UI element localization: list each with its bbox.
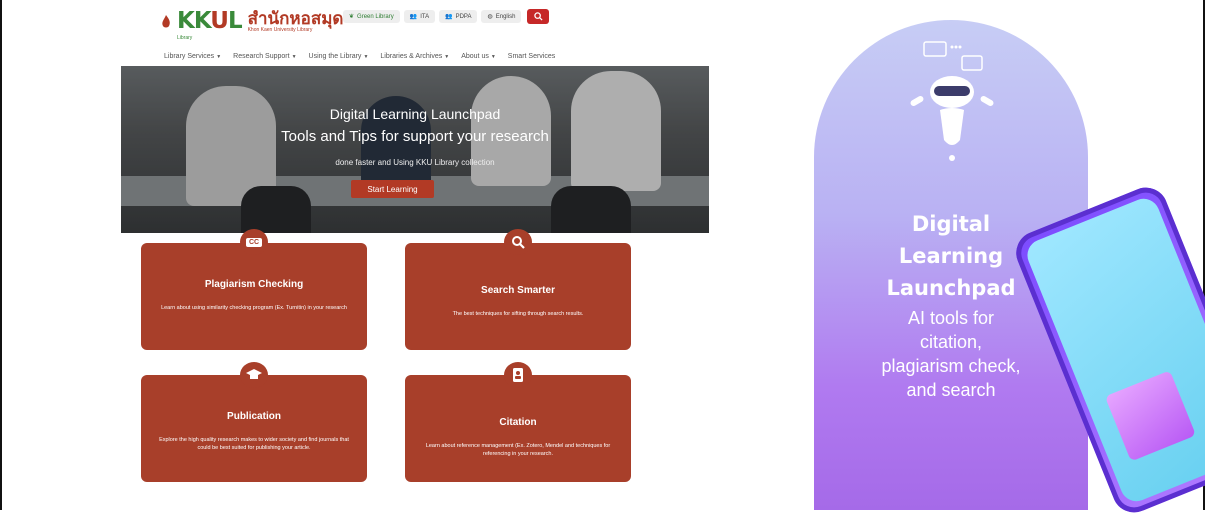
card-description: Learn about reference management (Ex. Zo… xyxy=(425,443,611,458)
card-citation[interactable]: Citation Learn about reference managemen… xyxy=(405,362,631,482)
search-icon xyxy=(534,12,543,21)
logo-subtitle: Library xyxy=(177,35,193,41)
hero-banner: Digital Learning Launchpad Tools and Tip… xyxy=(121,66,709,233)
chevron-down-icon: ▼ xyxy=(216,54,222,60)
nav-about-us[interactable]: About us ▼ xyxy=(461,53,496,60)
graduation-cap-icon xyxy=(240,362,268,388)
logo-english: Khon Kaen University Library xyxy=(247,27,313,33)
kku-library-logo[interactable]: KKUL สำนักหอสมุด Khon Kaen University Li… xyxy=(161,8,344,41)
nav-library-services[interactable]: Library Services ▼ xyxy=(164,53,221,60)
card-description: Learn about using similarity checking pr… xyxy=(161,305,347,311)
card-title: Publication xyxy=(227,411,281,422)
logo-text: สำนักหอสมุด Khon Kaen University Library xyxy=(248,10,344,33)
globe-icon: ◍ xyxy=(487,14,493,20)
flame-icon xyxy=(162,14,170,27)
nav-smart-services[interactable]: Smart Services xyxy=(508,53,555,60)
card-title: Plagiarism Checking xyxy=(204,279,304,290)
card-title: Citation xyxy=(499,417,537,428)
green-library-button[interactable]: ❦ Green Library xyxy=(343,10,400,23)
pdpa-button[interactable]: 👥 PDPA xyxy=(439,10,478,23)
hero-subtitle: Tools and Tips for support your research xyxy=(281,128,549,145)
card-plagiarism-checking[interactable]: CC Plagiarism Checking Learn about using… xyxy=(141,229,367,350)
search-button[interactable] xyxy=(527,9,550,24)
users-icon: 👥 xyxy=(445,14,453,20)
hero-title: Digital Learning Launchpad xyxy=(329,106,501,122)
leaf-icon: ❦ xyxy=(349,14,355,20)
robot-icon xyxy=(910,41,994,161)
card-title: Search Smarter xyxy=(481,285,555,296)
nav-using-the-library[interactable]: Using the Library ▼ xyxy=(309,53,369,60)
language-button[interactable]: ◍ English xyxy=(481,10,522,23)
card-description: The best techniques for sifting through … xyxy=(452,311,584,317)
nav-research-support[interactable]: Research Support ▼ xyxy=(233,53,296,60)
users-icon: 👥 xyxy=(409,14,418,20)
chevron-down-icon: ▼ xyxy=(490,54,496,60)
search-icon xyxy=(504,229,532,255)
chevron-down-icon: ▼ xyxy=(363,54,369,60)
start-learning-button[interactable]: Start Learning xyxy=(351,180,434,198)
card-publication[interactable]: Publication Explore the high quality res… xyxy=(141,362,367,482)
ita-button[interactable]: 👥 ITA xyxy=(403,10,436,23)
logo-mark: KKUL xyxy=(177,8,243,34)
main-nav: Library Services ▼ Research Support ▼ Usin… xyxy=(164,53,555,60)
utility-bar: ❦ Green Library 👥 ITA 👥 PDPA ◍ English xyxy=(343,9,550,24)
contact-book-icon xyxy=(504,362,532,388)
nav-libraries-archives[interactable]: Libraries & Archives ▼ xyxy=(380,53,449,60)
closed-caption-icon: CC xyxy=(240,229,268,255)
chevron-down-icon: ▼ xyxy=(444,54,450,60)
card-search-smarter[interactable]: Search Smarter The best techniques for s… xyxy=(405,229,631,350)
chevron-down-icon: ▼ xyxy=(291,54,297,60)
logo-thai: สำนักหอสมุด xyxy=(247,9,344,28)
hero-overlay xyxy=(121,66,709,233)
hero-caption: done faster and Using KKU Library collec… xyxy=(335,158,495,167)
card-description: Explore the high quality research makes … xyxy=(159,437,349,452)
